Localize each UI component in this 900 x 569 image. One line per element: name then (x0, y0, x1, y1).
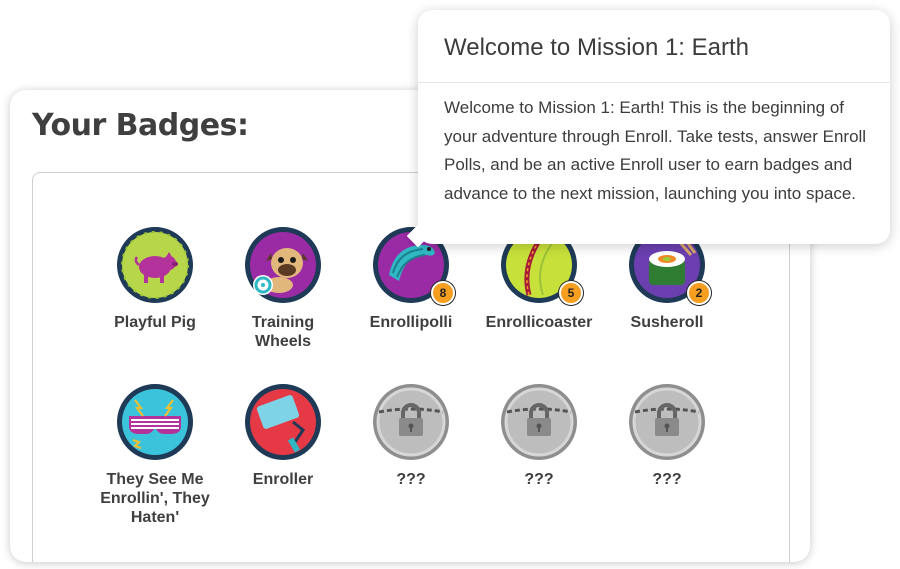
badge-training-wheels[interactable]: Training Wheels (228, 225, 338, 351)
badge-name: ??? (396, 471, 426, 488)
locked-badge-icon (371, 382, 451, 462)
badge-name: Susheroll (630, 314, 704, 331)
paint-roller-icon (243, 382, 323, 462)
mission-tooltip: Welcome to Mission 1: Earth Welcome to M… (418, 10, 890, 244)
badge-name: Enroller (252, 471, 314, 488)
badge-enroller[interactable]: Enroller (228, 382, 338, 489)
pug-icon (243, 225, 323, 305)
badge-count: 2 (687, 281, 711, 305)
tooltip-divider (418, 82, 890, 83)
badge-name: Enrollicoaster (485, 314, 593, 331)
badge-count: 5 (559, 281, 583, 305)
locked-badge-icon (627, 382, 707, 462)
badge-name: Enrollipolli (369, 314, 453, 331)
badge-they-see-me-enrollin[interactable]: They See Me Enrollin', They Haten' (100, 382, 210, 527)
badge-name: Playful Pig (114, 314, 196, 331)
pig-icon (115, 225, 195, 305)
tooltip-body: Welcome to Mission 1: Earth! This is the… (444, 98, 867, 203)
badge-locked[interactable]: ??? (356, 382, 466, 489)
badge-name: ??? (524, 471, 554, 488)
badge-locked[interactable]: ??? (484, 382, 594, 489)
badge-name: They See Me Enrollin', They Haten' (100, 471, 210, 526)
locked-badge-icon (499, 382, 579, 462)
badge-name: Training Wheels (251, 314, 315, 350)
badge-count: 8 (431, 281, 455, 305)
badge-name: ??? (652, 471, 682, 488)
badge-locked[interactable]: ??? (612, 382, 722, 489)
badges-title: Your Badges: (32, 108, 249, 143)
tooltip-title: Welcome to Mission 1: Earth (444, 34, 750, 61)
badge-playful-pig[interactable]: Playful Pig (100, 225, 210, 332)
shutter-shades-icon (115, 382, 195, 462)
